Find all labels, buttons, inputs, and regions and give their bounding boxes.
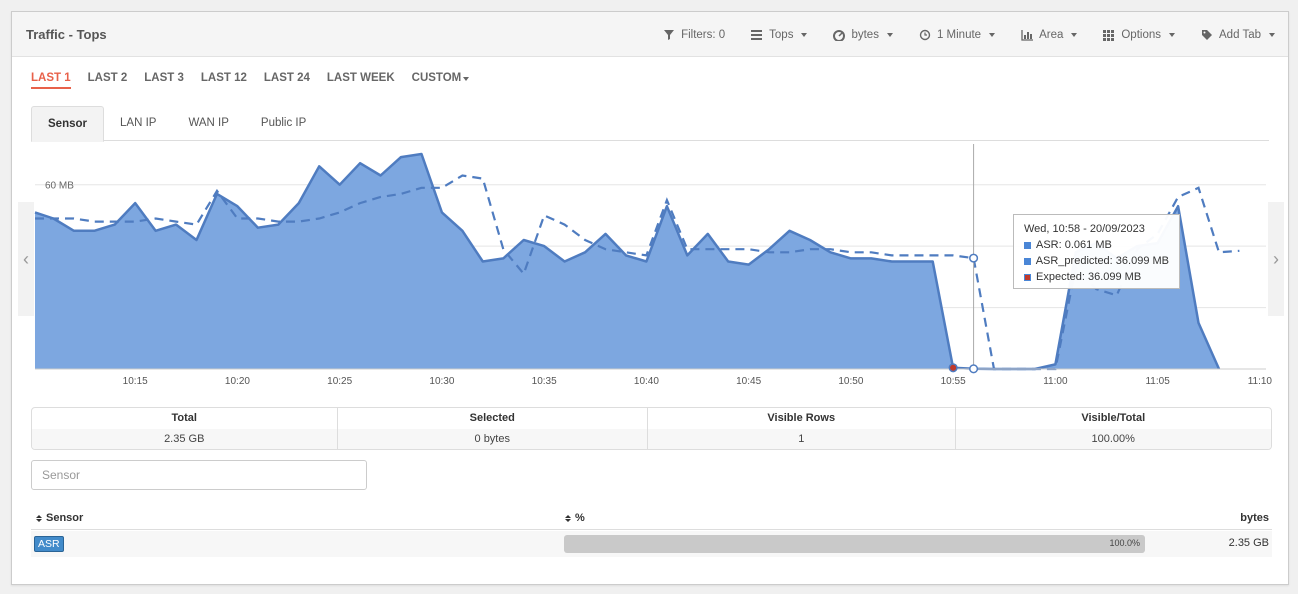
table-row: ASR 100.0% 2.35 GB	[31, 531, 1272, 557]
summary-value: 2.35 GB	[32, 429, 337, 449]
sensor-badge[interactable]: ASR	[34, 536, 64, 552]
sort-icon	[36, 514, 42, 522]
legend-swatch	[1024, 241, 1031, 249]
sort-icon	[565, 514, 571, 522]
x-tick-label: 10:35	[532, 376, 557, 387]
chevron-right-icon: ›	[1273, 248, 1279, 269]
x-tick-label: 10:40	[634, 376, 659, 387]
x-tick-label: 10:45	[736, 376, 761, 387]
tooltip-row: Expected: 36.099 MB	[1024, 269, 1169, 285]
sensor-column-header[interactable]: Sensor	[36, 512, 83, 524]
summary-header: Visible Rows	[767, 412, 836, 424]
x-tick-label: 10:20	[225, 376, 250, 387]
summary-column: Visible/Total 100.00%	[955, 408, 1271, 449]
x-tick-label: 10:55	[941, 376, 966, 387]
summary-column: Selected 0 bytes	[337, 408, 648, 449]
traffic-area-chart: 20 MB40 MB60 MB10:1510:2010:2510:3010:35…	[34, 144, 1273, 387]
summary-column: Total 2.35 GB	[32, 408, 338, 449]
summary-table: Total 2.35 GB Selected 0 bytes Visible Rows 1…	[31, 407, 1272, 450]
data-marker[interactable]	[948, 363, 958, 373]
bytes-value: 2.35 GB	[1228, 537, 1269, 549]
summary-value: 1	[648, 429, 955, 449]
summary-column: Visible Rows 1	[648, 408, 956, 449]
x-tick-label: 10:15	[123, 376, 148, 387]
data-marker[interactable]	[969, 364, 979, 374]
traffic-panel: Traffic - Tops Filters: 0 Tops bytes 1 Minu…	[11, 11, 1289, 585]
percent-bar: 100.0%	[564, 535, 1145, 553]
tooltip-row: ASR_predicted: 36.099 MB	[1024, 253, 1169, 269]
percent-bar-fill	[564, 535, 1145, 553]
x-tick-label: 11:10	[1248, 376, 1273, 387]
chart-tooltip: Wed, 10:58 - 20/09/2023 ASR: 0.061 MB ASR…	[1013, 214, 1180, 289]
legend-swatch	[1024, 273, 1031, 281]
x-tick-label: 10:25	[327, 376, 352, 387]
x-tick-label: 11:00	[1043, 376, 1068, 387]
summary-value: 0 bytes	[337, 429, 647, 449]
x-tick-label: 10:50	[838, 376, 863, 387]
chart-prev-button[interactable]: ‹	[18, 202, 34, 316]
sensor-column-label: Sensor	[46, 512, 84, 524]
summary-header: Total	[171, 412, 197, 424]
x-tick-label: 10:30	[429, 376, 454, 387]
summary-header: Selected	[469, 412, 515, 424]
data-marker[interactable]	[969, 253, 979, 263]
tooltip-row: ASR: 0.061 MB	[1024, 237, 1169, 253]
tooltip-row-label: Expected: 36.099 MB	[1036, 271, 1142, 283]
table-header: Sensor % bytes	[31, 508, 1272, 530]
summary-header: Visible/Total	[1081, 412, 1146, 424]
percent-label: 100.0%	[1109, 538, 1140, 548]
percent-column-header[interactable]: %	[565, 512, 585, 524]
tooltip-row-label: ASR: 0.061 MB	[1036, 239, 1112, 251]
bytes-column-header[interactable]: bytes	[1240, 512, 1269, 524]
bytes-column-label: bytes	[1240, 512, 1269, 524]
chevron-left-icon: ‹	[23, 248, 29, 269]
percent-column-label: %	[575, 512, 585, 524]
summary-value: 100.00%	[955, 429, 1271, 449]
sensor-search-input[interactable]	[31, 460, 367, 490]
y-tick-label: 60 MB	[45, 181, 74, 192]
tooltip-title: Wed, 10:58 - 20/09/2023	[1024, 223, 1145, 235]
x-tick-label: 11:05	[1145, 376, 1170, 387]
legend-swatch	[1024, 257, 1031, 265]
chart-next-button[interactable]: ›	[1268, 202, 1284, 316]
tooltip-row-label: ASR_predicted: 36.099 MB	[1035, 255, 1169, 267]
